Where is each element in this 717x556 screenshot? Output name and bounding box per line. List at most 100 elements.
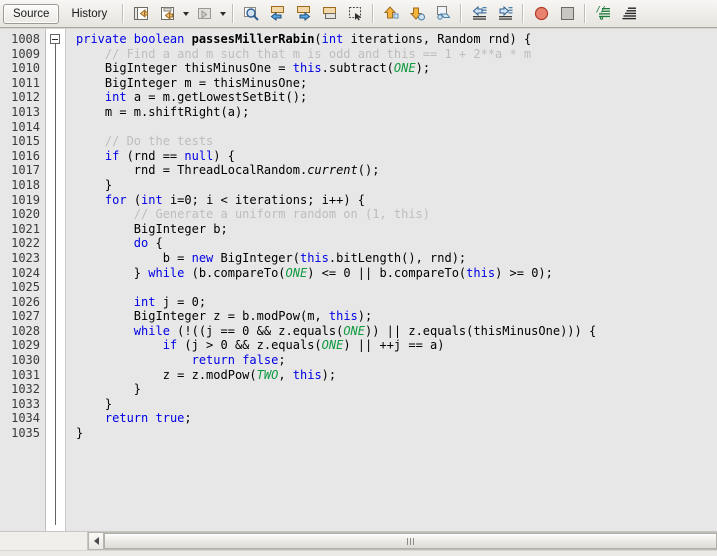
code-line[interactable]: while (!((j == 0 && z.equals(ONE)) || z.…: [76, 324, 717, 339]
forward-edit-dropdown-caret[interactable]: [217, 3, 228, 25]
toolbar-separator: [122, 4, 125, 23]
scrollbar-thumb[interactable]: [104, 533, 717, 549]
line-number: 1027: [11, 309, 40, 324]
toggle-rectangular-selection-icon[interactable]: [343, 2, 367, 26]
toggle-breakpoint-icon[interactable]: [529, 2, 553, 26]
code-line[interactable]: int a = m.getLowestSetBit();: [76, 90, 717, 105]
code-line[interactable]: [76, 280, 717, 295]
code-token: .bitLength(), rnd);: [328, 250, 467, 265]
code-line[interactable]: return true;: [76, 411, 717, 426]
code-line[interactable]: BigInteger thisMinusOne = this.subtract(…: [76, 61, 717, 76]
code-text-area[interactable]: private boolean passesMillerRabin(int it…: [66, 29, 717, 531]
code-token: TWO: [256, 367, 279, 382]
back-edit-icon[interactable]: [155, 2, 179, 26]
code-token: return: [191, 353, 235, 368]
tab-history[interactable]: History: [61, 4, 117, 24]
tab-source[interactable]: Source: [3, 3, 60, 24]
horizontal-scrollbar[interactable]: [0, 531, 717, 550]
next-bookmark-icon[interactable]: [291, 2, 315, 26]
code-line[interactable]: int j = 0;: [76, 295, 717, 310]
tab-history-label: History: [71, 7, 108, 20]
fold-range-line: [54, 44, 56, 525]
code-line[interactable]: }: [76, 426, 717, 441]
stop-icon[interactable]: [555, 2, 579, 26]
inspect-icon[interactable]: [431, 2, 455, 26]
previous-error-icon[interactable]: [379, 2, 403, 26]
line-number: 1012: [11, 90, 40, 105]
code-line[interactable]: return false;: [76, 353, 717, 368]
code-token: i=0; i < iterations; i++) {: [162, 192, 366, 207]
source-editor-window: Source History // 1008 1009 1010 1011 10…: [0, 0, 717, 556]
code-line[interactable]: if (rnd == null) {: [76, 149, 717, 164]
toolbar-separator: [232, 4, 235, 23]
code-line[interactable]: // Do the tests: [76, 134, 717, 149]
back-edit-dropdown-caret[interactable]: [180, 3, 191, 25]
code-line[interactable]: for (int i=0; i < iterations; i++) {: [76, 193, 717, 208]
code-token: ) <= 0 || b.compareTo(: [307, 265, 467, 280]
code-token: ONE: [343, 323, 365, 338]
code-token: ) {: [213, 148, 235, 163]
code-token: b =: [76, 250, 192, 265]
line-number: 1029: [11, 338, 40, 353]
code-token: boolean: [133, 32, 192, 46]
code-token: if: [104, 148, 120, 163]
comment-icon[interactable]: //: [591, 2, 615, 26]
code-token: }: [76, 265, 149, 280]
code-line[interactable]: private boolean passesMillerRabin(int it…: [76, 32, 717, 47]
line-number: 1033: [11, 396, 40, 411]
forward-edit-icon[interactable]: [192, 2, 216, 26]
code-token: ;: [278, 353, 286, 368]
scrollbar-track[interactable]: [104, 532, 717, 550]
code-token: current: [307, 163, 358, 178]
code-line[interactable]: [76, 120, 717, 135]
window-bottom-edge: [0, 550, 717, 556]
code-token: this: [328, 309, 358, 324]
code-line[interactable]: BigInteger b;: [76, 222, 717, 237]
code-token: }: [76, 382, 142, 397]
shift-line-right-icon[interactable]: [493, 2, 517, 26]
code-line[interactable]: } while (b.compareTo(ONE) <= 0 || b.comp…: [76, 266, 717, 281]
previous-bookmark-icon[interactable]: [265, 2, 289, 26]
code-token: rnd = ThreadLocalRandom.: [76, 163, 308, 178]
line-number: 1016: [11, 148, 40, 163]
code-token: );: [357, 309, 373, 324]
last-edit-icon[interactable]: [129, 2, 153, 26]
line-number: 1031: [11, 367, 40, 382]
code-folding-bar: [46, 29, 66, 531]
code-line[interactable]: BigInteger m = thisMinusOne;: [76, 76, 717, 91]
code-line[interactable]: }: [76, 382, 717, 397]
code-line[interactable]: b = new BigInteger(this.bitLength(), rnd…: [76, 251, 717, 266]
code-line[interactable]: // Generate a uniform random on (1, this…: [76, 207, 717, 222]
line-number: 1018: [11, 177, 40, 192]
scrollbar-grip: [407, 537, 414, 545]
code-token: )) || z.equals(thisMinusOne))) {: [365, 323, 597, 338]
code-token: m = m.shiftRight(a);: [76, 104, 250, 119]
next-error-icon[interactable]: [405, 2, 429, 26]
toggle-bookmark-icon[interactable]: [317, 2, 341, 26]
uncomment-icon[interactable]: [617, 2, 641, 26]
scroll-left-arrow-icon[interactable]: [88, 532, 104, 550]
line-number-gutter: 1008 1009 1010 1011 1012 1013 1014 1015 1016 1017…: [0, 29, 46, 531]
code-token: if: [162, 338, 178, 353]
code-line[interactable]: m = m.shiftRight(a);: [76, 105, 717, 120]
code-line[interactable]: }: [76, 178, 717, 193]
code-line[interactable]: BigInteger z = b.modPow(m, this);: [76, 309, 717, 324]
code-line[interactable]: // Find a and m such that m is odd and t…: [76, 47, 717, 62]
fold-collapse-icon[interactable]: [50, 34, 60, 44]
line-number: 1017: [11, 163, 40, 178]
code-token: true: [155, 411, 185, 426]
code-line[interactable]: }: [76, 397, 717, 412]
find-selection-icon[interactable]: [239, 2, 263, 26]
code-line[interactable]: z = z.modPow(TWO, this);: [76, 368, 717, 383]
svg-text://: //: [596, 5, 606, 14]
line-number: 1023: [11, 250, 40, 265]
code-token: while: [148, 265, 185, 280]
code-line[interactable]: if (j > 0 && z.equals(ONE) || ++j == a): [76, 338, 717, 353]
code-line[interactable]: do {: [76, 236, 717, 251]
line-number: 1010: [11, 61, 40, 76]
code-line[interactable]: rnd = ThreadLocalRandom.current();: [76, 163, 717, 178]
shift-line-left-icon[interactable]: [467, 2, 491, 26]
